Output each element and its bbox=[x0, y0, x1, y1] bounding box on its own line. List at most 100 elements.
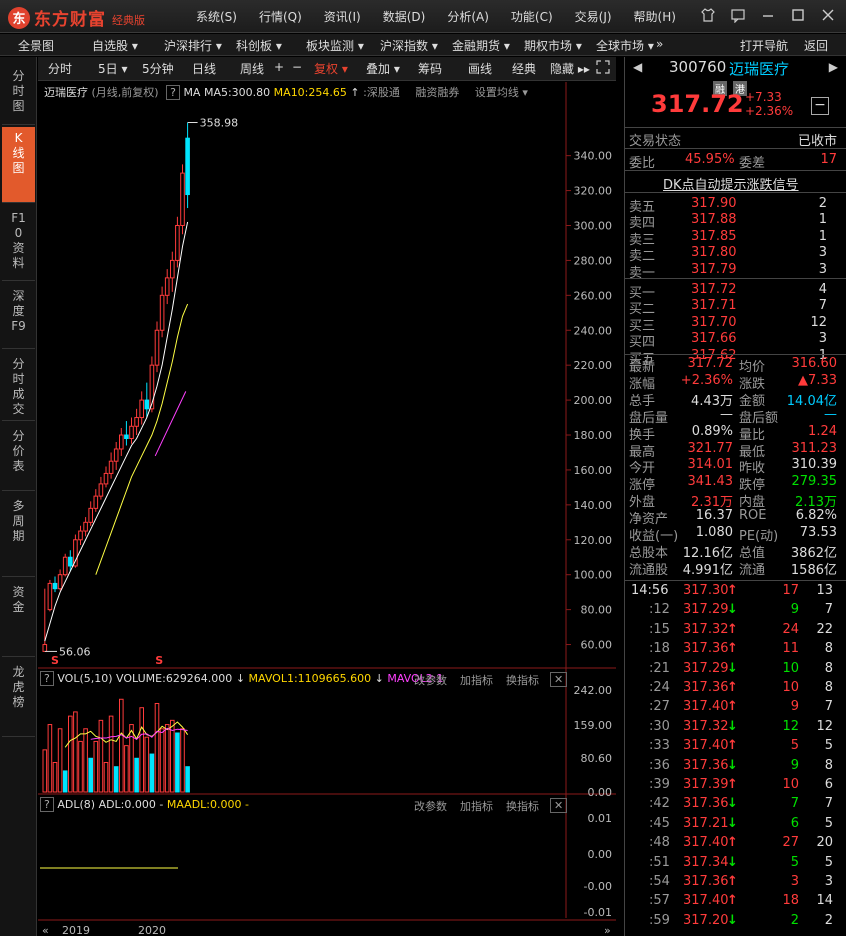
toolbar-item-8[interactable]: 叠加 ▾ bbox=[366, 60, 400, 77]
adl-close-icon[interactable]: ✕ bbox=[550, 798, 568, 813]
sidebar-tab-3[interactable]: 深度F9 bbox=[2, 285, 35, 349]
tick-volume: 12 bbox=[782, 718, 799, 734]
nav-right-0[interactable]: 打开导航 bbox=[740, 37, 788, 54]
scroll-right-icon: » bbox=[604, 924, 611, 936]
adl-edit-param-button[interactable]: 改参数 bbox=[414, 798, 447, 814]
toolbar-item-3[interactable]: 日线 bbox=[192, 60, 216, 77]
minimize-icon[interactable] bbox=[760, 7, 776, 27]
message-icon[interactable] bbox=[730, 7, 746, 27]
next-stock-icon[interactable]: ▶ bbox=[829, 60, 838, 74]
sidebar-tab-5[interactable]: 分价表 bbox=[2, 425, 35, 491]
menu-item-7[interactable]: 帮助(H) bbox=[634, 8, 676, 25]
dk-signal-link[interactable]: DK点自动提示涨跌信号 bbox=[663, 174, 799, 193]
volume-bar bbox=[124, 745, 129, 793]
candle-body bbox=[124, 434, 129, 440]
stat-value: 317.72 bbox=[687, 356, 734, 371]
vol-axis-label: 159.00 bbox=[574, 719, 613, 732]
candle-body bbox=[68, 556, 73, 567]
maximize-icon[interactable] bbox=[790, 7, 806, 27]
toolbar-item-0[interactable]: 分时 bbox=[48, 60, 72, 77]
vol-switch-indicator-button[interactable]: 换指标 bbox=[506, 672, 539, 688]
tick-count: 12 bbox=[816, 718, 833, 734]
nav-item-9[interactable]: » bbox=[656, 37, 663, 51]
tick-volume: 11 bbox=[782, 641, 799, 657]
menu-item-0[interactable]: 系统(S) bbox=[196, 8, 237, 25]
toolbar-item-9[interactable]: 筹码 bbox=[418, 60, 442, 77]
tick-row: 14:56 317.30 ↑ 17 13 bbox=[625, 583, 846, 599]
volume-bar bbox=[42, 749, 48, 793]
orderbook-row[interactable]: 买二 317.71 7 bbox=[625, 298, 846, 317]
toolbar-item-2[interactable]: 5分钟 bbox=[142, 60, 174, 77]
nav-item-1[interactable]: 自选股 ▾ bbox=[92, 37, 138, 54]
menu-item-4[interactable]: 分析(A) bbox=[447, 8, 489, 25]
nav-item-4[interactable]: 板块监测 ▾ bbox=[306, 37, 364, 54]
sidebar-tab-8[interactable]: 龙虎榜 bbox=[2, 661, 35, 737]
sidebar-tab-7[interactable]: 资金 bbox=[2, 581, 35, 657]
sidebar-tab-0[interactable]: 分时图 bbox=[2, 65, 35, 125]
shirt-icon[interactable] bbox=[700, 7, 716, 27]
down-arrow-icon-2: ↓ bbox=[374, 672, 384, 685]
orderbook-row[interactable]: 买四 317.66 3 bbox=[625, 331, 846, 350]
menu-item-3[interactable]: 数据(D) bbox=[383, 8, 426, 25]
nav-item-5[interactable]: 沪深指数 ▾ bbox=[380, 37, 438, 54]
toolbar-item-5[interactable]: + bbox=[274, 60, 284, 74]
tick-price: 317.36 bbox=[683, 680, 729, 695]
prev-stock-icon[interactable]: ◀ bbox=[633, 60, 642, 74]
close-icon[interactable] bbox=[820, 7, 836, 27]
sidebar-tab-6[interactable]: 多周期 bbox=[2, 495, 35, 577]
nav-item-6[interactable]: 金融期货 ▾ bbox=[452, 37, 510, 54]
collapse-button[interactable]: − bbox=[811, 97, 829, 115]
sidebar-tab-1[interactable]: K线图 bbox=[2, 127, 35, 203]
tick-volume: 18 bbox=[782, 893, 799, 909]
vol-help-icon[interactable]: ? bbox=[40, 671, 54, 686]
orderbook-row[interactable]: 卖二 317.80 3 bbox=[625, 245, 846, 264]
nav-item-3[interactable]: 科创板 ▾ bbox=[236, 37, 282, 54]
volume-bar bbox=[93, 740, 99, 793]
stat-row: 收益(一) 1.080 PE(动) 73.53 bbox=[625, 525, 846, 544]
scroll-left-icon: « bbox=[42, 924, 49, 936]
toolbar-item-4[interactable]: 周线 bbox=[240, 60, 264, 77]
nav-item-7[interactable]: 期权市场 ▾ bbox=[524, 37, 582, 54]
toolbar-item-1[interactable]: 5日 ▾ bbox=[98, 60, 127, 77]
toolbar-item-7[interactable]: 复权 ▾ bbox=[314, 60, 348, 77]
menu-item-5[interactable]: 功能(C) bbox=[511, 8, 553, 25]
stock-name-title[interactable]: 迈瑞医疗 bbox=[729, 58, 789, 79]
toolbar-item-10[interactable]: 画线 bbox=[468, 60, 492, 77]
sidebar-tab-4[interactable]: 分时成交 bbox=[2, 353, 35, 421]
app-logo: 东 东方财富 经典版 bbox=[8, 5, 145, 30]
adl-add-indicator-button[interactable]: 加指标 bbox=[460, 798, 493, 814]
menu-item-6[interactable]: 交易(J) bbox=[575, 8, 612, 25]
adl-help-icon[interactable]: ? bbox=[40, 797, 54, 812]
vol-edit-param-button[interactable]: 改参数 bbox=[414, 672, 447, 688]
stat-value: 4.991亿 bbox=[682, 562, 733, 578]
sidebar-tab-2[interactable]: F10资料 bbox=[2, 207, 35, 281]
tick-row: :39 317.39 ↑ 10 6 bbox=[625, 777, 846, 793]
orderbook-row[interactable]: 买三 317.70 12 bbox=[625, 315, 846, 334]
y-axis-label: 100.00 bbox=[574, 569, 613, 582]
menu-item-1[interactable]: 行情(Q) bbox=[259, 8, 302, 25]
orderbook-row[interactable]: 卖四 317.88 1 bbox=[625, 212, 846, 231]
adl-info: ? ADL(8) ADL:0.000 - MAADL:0.000 - 改参数 加… bbox=[40, 797, 568, 814]
orderbook-row[interactable]: 买一 317.72 4 bbox=[625, 282, 846, 301]
tick-volume: 5 bbox=[790, 854, 799, 870]
nav-right-1[interactable]: 返回 bbox=[804, 37, 828, 54]
toolbar-item-6[interactable]: − bbox=[292, 60, 302, 74]
nav-item-0[interactable]: 全景图 bbox=[18, 37, 54, 54]
orderbook-row[interactable]: 卖五 317.90 2 bbox=[625, 196, 846, 215]
candle-body bbox=[57, 574, 63, 590]
stat-row: 总手 4.43万 金额 14.04亿 bbox=[625, 390, 846, 409]
tick-count: 5 bbox=[824, 815, 833, 831]
tick-time: :42 bbox=[649, 796, 670, 812]
expand-icon[interactable] bbox=[596, 60, 610, 77]
nav-item-8[interactable]: 全球市场 ▾ bbox=[596, 37, 654, 54]
menu-item-2[interactable]: 资讯(I) bbox=[324, 8, 361, 25]
orderbook-row[interactable]: 卖一 317.79 3 bbox=[625, 261, 846, 281]
nav-item-2[interactable]: 沪深排行 ▾ bbox=[164, 37, 222, 54]
orderbook-row[interactable]: 卖三 317.85 1 bbox=[625, 229, 846, 248]
adl-switch-indicator-button[interactable]: 换指标 bbox=[506, 798, 539, 814]
toolbar-item-12[interactable]: 隐藏 ▸▸ bbox=[550, 60, 590, 77]
vol-close-icon[interactable]: ✕ bbox=[550, 672, 568, 687]
vol-add-indicator-button[interactable]: 加指标 bbox=[460, 672, 493, 688]
toolbar-item-11[interactable]: 经典 bbox=[512, 60, 536, 77]
level-price: 317.79 bbox=[691, 261, 737, 277]
